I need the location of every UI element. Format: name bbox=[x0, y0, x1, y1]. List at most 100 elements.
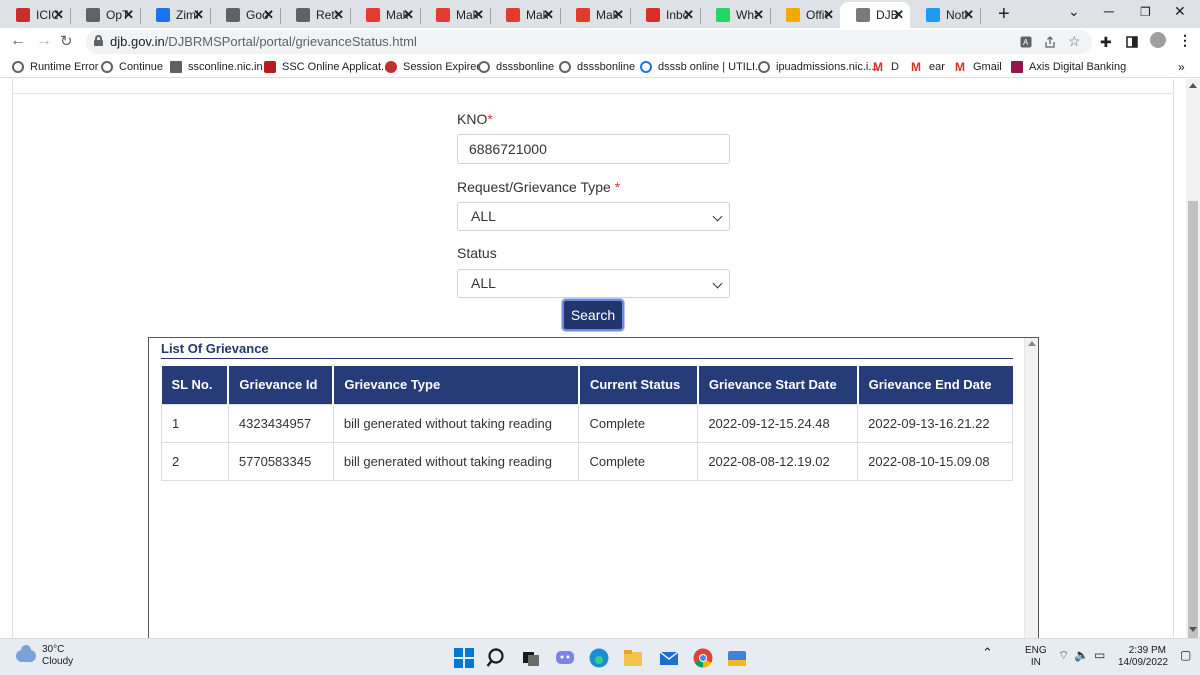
speaker-icon[interactable]: 🔈 bbox=[1074, 648, 1089, 662]
reload-icon[interactable]: ↻ bbox=[60, 32, 73, 50]
translate-icon[interactable]: A bbox=[1020, 36, 1032, 48]
file-explorer-icon[interactable] bbox=[622, 647, 644, 669]
close-tab-icon[interactable]: ✕ bbox=[333, 7, 344, 23]
bookmark-item[interactable]: Mear bbox=[911, 59, 945, 75]
menu-kebab-icon[interactable]: ⋮ bbox=[1178, 32, 1192, 49]
bookmark-label: ipuadmissions.nic.i... bbox=[776, 61, 878, 73]
close-tab-icon[interactable]: ✕ bbox=[123, 7, 134, 23]
scroll-up-arrow-icon[interactable] bbox=[1189, 83, 1197, 88]
share-icon[interactable] bbox=[1044, 36, 1056, 48]
browser-tab[interactable]: Mak ✕ bbox=[490, 2, 561, 28]
chevron-up-icon[interactable]: ⌃ bbox=[982, 645, 993, 661]
top-divider bbox=[12, 93, 1174, 94]
browser-tab[interactable]: Inbo ✕ bbox=[630, 2, 701, 28]
close-tab-icon[interactable]: ✕ bbox=[823, 7, 834, 23]
browser-tab[interactable]: Mak ✕ bbox=[420, 2, 491, 28]
back-icon[interactable]: ← bbox=[10, 32, 26, 50]
tab-search-icon[interactable]: ⌄ bbox=[1068, 3, 1080, 20]
close-tab-icon[interactable]: ✕ bbox=[963, 7, 974, 23]
browser-tab[interactable]: Mak ✕ bbox=[560, 2, 631, 28]
app-icon[interactable] bbox=[726, 647, 748, 669]
language-indicator[interactable]: ENG IN bbox=[1025, 645, 1047, 669]
browser-tab[interactable]: Goo ✕ bbox=[210, 2, 281, 28]
wifi-icon[interactable]: ⌔ bbox=[1058, 648, 1069, 663]
system-clock[interactable]: 2:39 PM 14/09/2022 bbox=[1118, 645, 1168, 669]
browser-tab[interactable]: Offic ✕ bbox=[770, 2, 840, 28]
bookmark-item[interactable]: dsssb online | UTILI... bbox=[640, 59, 764, 75]
bookmark-item[interactable]: Continue bbox=[101, 59, 163, 75]
extensions-icon[interactable]: ✚ bbox=[1100, 34, 1112, 51]
bookmark-item[interactable]: Axis Digital Banking bbox=[1011, 59, 1126, 75]
mail-icon[interactable] bbox=[658, 647, 680, 669]
close-tab-icon[interactable]: ✕ bbox=[53, 7, 64, 23]
bookmark-item[interactable]: MD bbox=[873, 59, 899, 75]
bookmarks-overflow-icon[interactable]: » bbox=[1178, 59, 1185, 75]
browser-tab[interactable]: Noti ✕ bbox=[910, 2, 981, 28]
teams-chat-icon[interactable] bbox=[554, 647, 576, 669]
windows-start-icon[interactable] bbox=[453, 647, 475, 669]
bookmark-item[interactable]: SSC Online Applicat... bbox=[264, 59, 390, 75]
bookmark-item[interactable]: Runtime Error bbox=[12, 59, 98, 75]
scroll-up-arrow-icon[interactable] bbox=[1028, 341, 1036, 346]
cell-sl-no: 1 bbox=[161, 403, 229, 443]
new-tab-button[interactable]: + bbox=[998, 3, 1010, 26]
globe-icon bbox=[86, 8, 100, 22]
notification-icon[interactable]: ▢ bbox=[1180, 648, 1191, 662]
forward-icon[interactable]: → bbox=[36, 32, 52, 50]
close-tab-icon[interactable]: ✕ bbox=[193, 7, 204, 23]
search-icon[interactable] bbox=[486, 647, 508, 669]
weather-widget[interactable]: 30°C Cloudy bbox=[16, 644, 73, 668]
column-header-grievance-id: Grievance Id bbox=[228, 366, 335, 404]
address-bar[interactable]: djb.gov.in/DJBRMSPortal/portal/grievance… bbox=[86, 30, 1092, 54]
bookmark-item[interactable]: ssconline.nic.in bbox=[170, 59, 263, 75]
bookmark-star-icon[interactable]: ☆ bbox=[1068, 33, 1081, 50]
task-view-icon[interactable] bbox=[520, 647, 542, 669]
close-tab-icon[interactable]: ✕ bbox=[263, 7, 274, 23]
lock-icon[interactable] bbox=[94, 35, 103, 46]
search-icon bbox=[640, 61, 652, 73]
browser-tab[interactable]: Reta✕ bbox=[280, 2, 351, 28]
close-tab-icon[interactable]: ✕ bbox=[893, 7, 904, 23]
djb-icon bbox=[856, 8, 870, 22]
close-tab-icon[interactable]: ✕ bbox=[753, 7, 764, 23]
bookmark-item[interactable]: dsssbonline bbox=[559, 59, 635, 75]
bookmark-item[interactable]: ipuadmissions.nic.i... bbox=[758, 59, 878, 75]
grievance-type-select[interactable]: ALL bbox=[457, 202, 730, 231]
profile-avatar[interactable] bbox=[1150, 32, 1166, 48]
browser-tab[interactable]: Mak ✕ bbox=[350, 2, 421, 28]
bookmark-item[interactable]: Session Expired bbox=[385, 59, 483, 75]
page-scrollbar[interactable] bbox=[1186, 79, 1200, 641]
search-button[interactable]: Search bbox=[562, 299, 624, 331]
browser-tab[interactable]: Zimb✕ bbox=[140, 2, 211, 28]
panel-scrollbar[interactable] bbox=[1024, 338, 1038, 638]
close-tab-icon[interactable]: ✕ bbox=[543, 7, 554, 23]
bookmark-item[interactable]: M Gmail bbox=[955, 59, 1002, 75]
grievance-list-panel: List Of Grievance SL No. Grievance Id Gr… bbox=[148, 337, 1039, 638]
minimize-icon[interactable]: ─ bbox=[1104, 3, 1114, 19]
chrome-browser-icon[interactable] bbox=[692, 647, 714, 669]
close-tab-icon[interactable]: ✕ bbox=[473, 7, 484, 23]
status-select[interactable]: ALL bbox=[457, 269, 730, 298]
grievance-list-divider bbox=[161, 358, 1013, 359]
restore-icon[interactable]: ❐ bbox=[1140, 5, 1151, 19]
tab-strip: ICICI✕OpTi✕Zimb✕Goo✕Reta✕Mak✕Mak✕Mak✕Mak… bbox=[0, 0, 1200, 28]
browser-tab[interactable]: OpTi✕ bbox=[70, 2, 141, 28]
close-tab-icon[interactable]: ✕ bbox=[683, 7, 694, 23]
close-tab-icon[interactable]: ✕ bbox=[403, 7, 414, 23]
browser-tab[interactable]: DJB ✕ bbox=[840, 2, 910, 28]
edge-browser-icon[interactable] bbox=[588, 647, 610, 669]
browser-tab[interactable]: ICICI✕ bbox=[0, 2, 71, 28]
google-docs-icon bbox=[226, 8, 240, 22]
kno-input[interactable] bbox=[457, 134, 730, 164]
close-window-icon[interactable]: ✕ bbox=[1174, 3, 1186, 20]
globe-icon bbox=[758, 61, 770, 73]
scrollbar-thumb[interactable] bbox=[1188, 201, 1198, 641]
battery-icon[interactable]: ▭ bbox=[1094, 648, 1105, 662]
browser-tab[interactable]: Wha ✕ bbox=[700, 2, 771, 28]
twitter-icon bbox=[926, 8, 940, 22]
close-tab-icon[interactable]: ✕ bbox=[613, 7, 624, 23]
bookmark-item[interactable]: dsssbonline bbox=[478, 59, 554, 75]
url-text[interactable]: djb.gov.in/DJBRMSPortal/portal/grievance… bbox=[110, 34, 417, 49]
side-panel-icon[interactable] bbox=[1126, 36, 1138, 48]
scroll-down-arrow-icon[interactable] bbox=[1189, 627, 1197, 632]
